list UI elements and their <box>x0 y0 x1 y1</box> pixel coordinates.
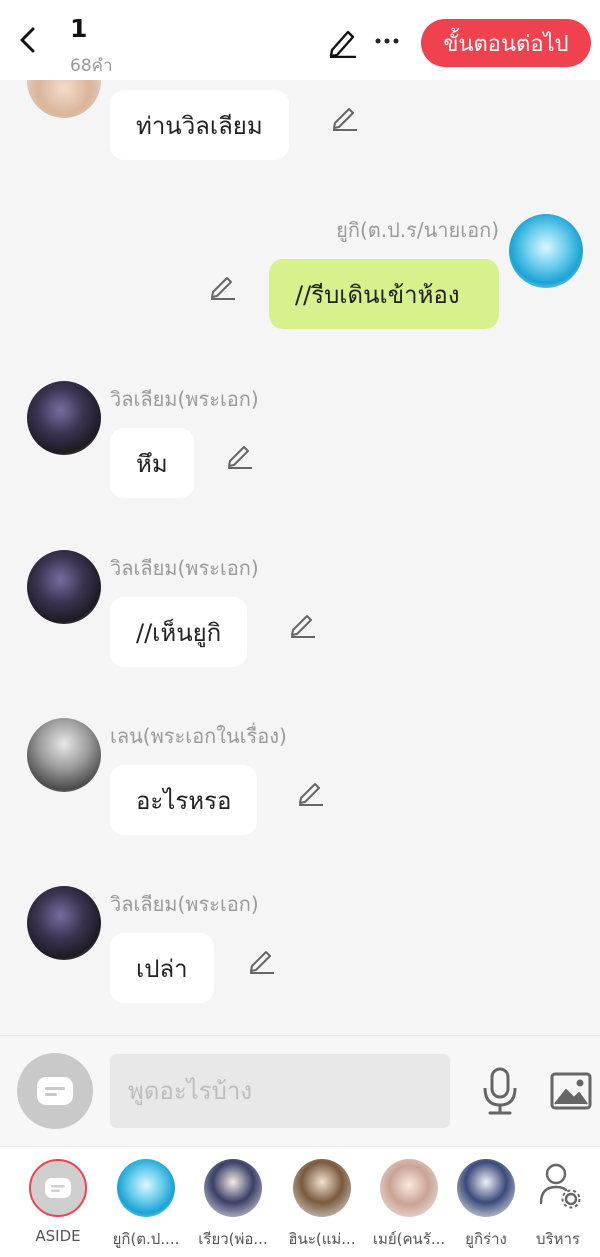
avatar[interactable] <box>27 718 101 792</box>
edit-message-icon[interactable] <box>208 271 238 301</box>
back-button[interactable] <box>10 22 44 58</box>
chat-area[interactable]: ท่านวิลเลียม ยูกิ(ต.ป.ร/นายเอก) //รีบเดิ… <box>0 80 600 1035</box>
avatar <box>117 1159 175 1217</box>
character-item[interactable]: เรียว(พ่อ... <box>193 1159 273 1254</box>
microphone-icon[interactable] <box>480 1066 520 1116</box>
word-count: 68คำ <box>70 56 113 76</box>
character-item[interactable]: ยูกิ(ต.ป.... <box>106 1159 186 1254</box>
avatar[interactable] <box>27 381 101 455</box>
aside-chat-icon <box>37 1077 73 1105</box>
pen-icon <box>329 30 356 59</box>
character-item[interactable]: เมย์(คนรั... <box>369 1159 449 1254</box>
aside-chat-icon <box>45 1178 71 1198</box>
character-item[interactable]: ฮินะ(แม่... <box>282 1159 362 1254</box>
avatar <box>293 1159 351 1217</box>
message-bubble[interactable]: หึม <box>110 428 194 498</box>
character-aside[interactable]: ASIDE <box>18 1159 98 1254</box>
aside-toggle-button[interactable] <box>17 1053 93 1129</box>
edit-message-icon[interactable] <box>247 945 277 975</box>
story-title: 1 <box>70 14 88 43</box>
character-label: ยูกิ(ต.ป.... <box>112 1230 180 1248</box>
sender-name: ยูกิ(ต.ป.ร/นายเอก) <box>336 218 499 242</box>
manage-characters-button[interactable]: บริหาร <box>518 1159 598 1254</box>
top-bar: 1 68คำ ขั้นตอนต่อไป <box>0 0 600 80</box>
sender-name: วิลเลียม(พระเอก) <box>110 556 259 580</box>
character-label: ฮินะ(แม่... <box>288 1230 356 1248</box>
character-label: เรียว(พ่อ... <box>198 1230 268 1248</box>
chevron-left-icon <box>20 27 35 53</box>
message-bubble[interactable]: //เห็นยูกิ <box>110 597 248 667</box>
avatar <box>380 1159 438 1217</box>
avatar <box>29 1159 87 1217</box>
avatar[interactable] <box>27 550 101 624</box>
message-input[interactable] <box>110 1054 450 1128</box>
edit-message-icon[interactable] <box>330 102 360 132</box>
composer-bar <box>0 1035 600 1145</box>
avatar[interactable] <box>509 214 583 288</box>
avatar <box>204 1159 262 1217</box>
user-settings-icon <box>539 1163 581 1209</box>
character-label: ASIDE <box>35 1227 81 1245</box>
more-icon <box>375 38 399 44</box>
edit-message-icon[interactable] <box>225 440 255 470</box>
image-icon[interactable] <box>550 1072 592 1110</box>
avatar[interactable] <box>27 80 101 118</box>
character-bar: ASIDE ยูกิ(ต.ป.... เรียว(พ่อ... ฮินะ(แม่… <box>0 1146 600 1257</box>
edit-story-button[interactable] <box>326 26 360 59</box>
avatar[interactable] <box>27 886 101 960</box>
character-label: เมย์(คนรั... <box>372 1230 446 1248</box>
message-bubble[interactable]: อะไรหรอ <box>110 765 258 835</box>
avatar <box>457 1159 515 1217</box>
sender-name: เลน(พระเอกในเรื่อง) <box>110 724 287 748</box>
next-step-button[interactable]: ขั้นตอนต่อไป <box>421 19 591 67</box>
more-options-button[interactable] <box>372 26 402 56</box>
character-label: บริหาร <box>536 1230 580 1248</box>
edit-message-icon[interactable] <box>296 777 326 807</box>
message-bubble[interactable]: เปล่า <box>110 933 214 1003</box>
sender-name: วิลเลียม(พระเอก) <box>110 387 259 411</box>
sender-name: วิลเลียม(พระเอก) <box>110 892 259 916</box>
message-bubble[interactable]: //รีบเดินเข้าห้อง <box>269 259 499 329</box>
edit-message-icon[interactable] <box>288 609 318 639</box>
message-bubble[interactable]: ท่านวิลเลียม <box>110 90 289 160</box>
